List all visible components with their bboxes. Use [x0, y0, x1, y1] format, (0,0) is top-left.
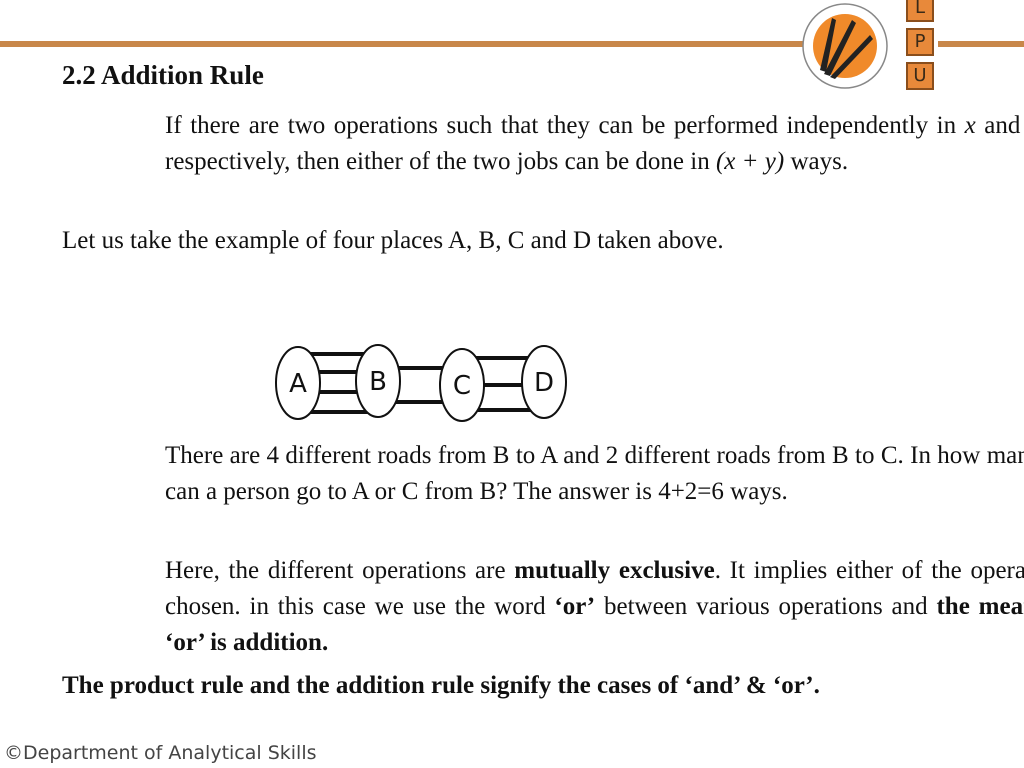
logo-letter: U: [906, 62, 934, 90]
bold-text: mutually exclusive: [514, 557, 715, 584]
node-label: A: [289, 369, 307, 399]
var-x: x: [964, 112, 976, 139]
expression: (x + y): [715, 148, 785, 175]
header-rule: [0, 41, 806, 47]
text: If there are two operations such that th…: [165, 112, 965, 139]
header-rule-right: [938, 41, 1024, 47]
text: Here, the different operations are: [165, 557, 515, 584]
logo-letter: P: [906, 28, 934, 56]
lpu-letters: L P U: [906, 0, 934, 96]
node-label: B: [369, 367, 387, 397]
university-logo-icon: [802, 3, 888, 89]
slide-title: 2.2 Addition Rule: [62, 60, 264, 90]
logo-letter: L: [906, 0, 934, 22]
roads-diagram: A B C D: [275, 344, 567, 422]
text: and: [975, 112, 1024, 139]
bold-text: ‘or’: [554, 593, 596, 620]
paragraph-summary: The product rule and the addition rule s…: [62, 672, 820, 699]
paragraph-example: Let us take the example of four places A…: [62, 227, 724, 254]
footer-copyright: ©Department of Analytical Skills: [4, 742, 317, 764]
paragraph-roads: There are 4 different roads from B to A …: [165, 442, 1024, 505]
paragraph-exclusive: Here, the different operations are mutua…: [62, 553, 1024, 661]
text: ways.: [784, 148, 849, 175]
text: between various operations and: [595, 593, 937, 620]
node-label: C: [453, 371, 471, 401]
node-label: D: [534, 368, 554, 398]
paragraph-definition: If there are two operations such that th…: [62, 108, 1024, 180]
